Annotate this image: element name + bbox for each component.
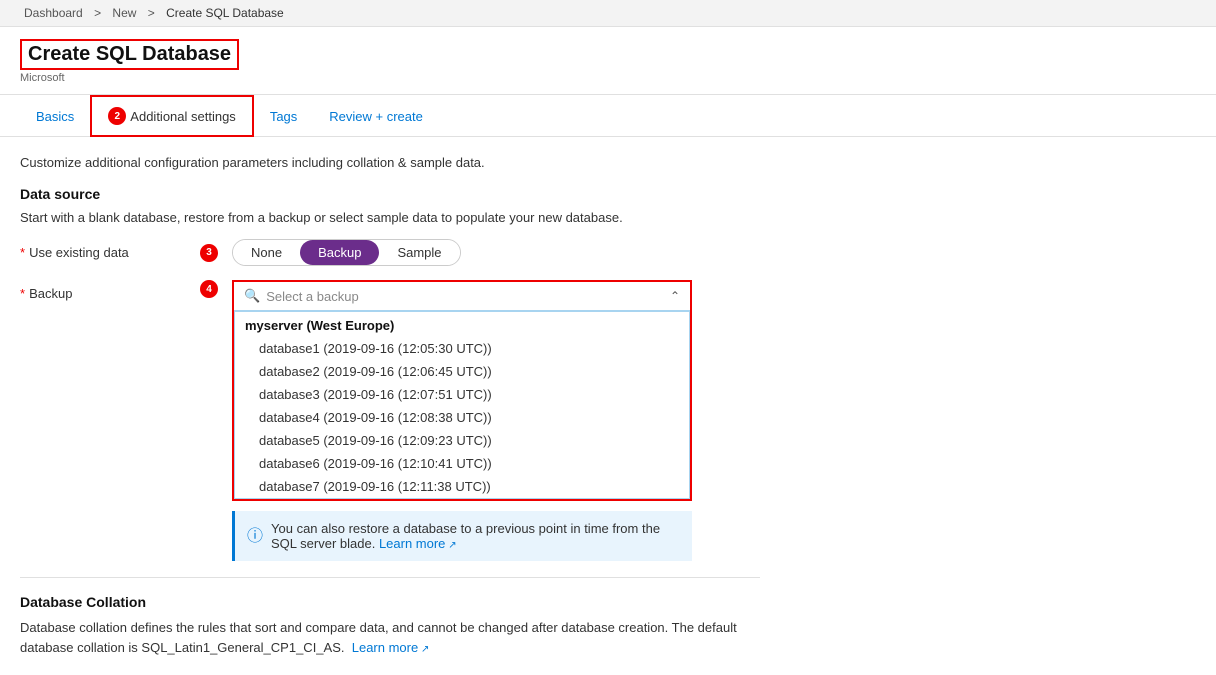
page-subtitle: Microsoft — [20, 72, 1196, 84]
toggle-group: None Backup Sample — [232, 239, 461, 266]
data-source-title: Data source — [20, 186, 760, 202]
dropdown-item-3[interactable]: database3 (2019-09-16 (12:07:51 UTC)) — [235, 383, 689, 406]
search-icon: 🔍 — [244, 288, 260, 304]
use-existing-data-row: * Use existing data 3 None Backup Sample — [20, 239, 760, 266]
tab-tags[interactable]: Tags — [254, 99, 313, 136]
toggle-sample[interactable]: Sample — [379, 240, 459, 265]
backup-control: 4 🔍 Select a backup ⌃ myserver (West Eur… — [200, 280, 760, 561]
dropdown-item-6[interactable]: database6 (2019-09-16 (12:10:41 UTC)) — [235, 452, 689, 475]
main-content: Customize additional configuration param… — [0, 137, 780, 675]
toggle-none[interactable]: None — [233, 240, 300, 265]
breadcrumb-sep1: > — [94, 6, 104, 20]
breadcrumb-current: Create SQL Database — [166, 6, 284, 20]
collation-title: Database Collation — [20, 594, 760, 610]
breadcrumb: Dashboard > New > Create SQL Database — [0, 0, 1216, 27]
chevron-up-icon: ⌃ — [670, 289, 680, 303]
learn-more-backup-link[interactable]: Learn more — [379, 536, 457, 551]
dropdown-item-2[interactable]: database2 (2019-09-16 (12:06:45 UTC)) — [235, 360, 689, 383]
backup-label-text: Backup — [29, 286, 72, 301]
page-header: Create SQL Database Microsoft — [0, 27, 1216, 95]
dropdown-item-7[interactable]: database7 (2019-09-16 (12:11:38 UTC)) — [235, 475, 689, 498]
info-icon: ⓘ — [247, 522, 263, 546]
required-star-backup: * — [20, 286, 25, 301]
tab-number-badge: 2 — [108, 107, 126, 125]
learn-more-collation-link[interactable]: Learn more — [352, 640, 430, 655]
use-existing-data-control: 3 None Backup Sample — [200, 239, 760, 266]
page-title: Create SQL Database — [28, 43, 231, 66]
dropdown-item-5[interactable]: database5 (2019-09-16 (12:09:23 UTC)) — [235, 429, 689, 452]
dropdown-group-header: myserver (West Europe) — [235, 312, 689, 337]
badge-4: 4 — [200, 280, 218, 298]
info-box: ⓘ You can also restore a database to a p… — [232, 511, 692, 561]
use-existing-label-text: Use existing data — [29, 245, 129, 260]
collation-description: Database collation defines the rules tha… — [20, 618, 760, 657]
backup-row: * Backup 4 🔍 Select a backup ⌃ myserver … — [20, 280, 760, 561]
info-text: You can also restore a database to a pre… — [271, 521, 680, 551]
title-box: Create SQL Database — [20, 39, 239, 70]
breadcrumb-new[interactable]: New — [112, 6, 136, 20]
use-existing-data-label: * Use existing data — [20, 239, 180, 260]
section-description: Customize additional configuration param… — [20, 155, 760, 170]
tab-additional-settings-label: Additional settings — [130, 109, 236, 124]
backup-dropdown[interactable]: 🔍 Select a backup ⌃ myserver (West Europ… — [232, 280, 692, 501]
dropdown-placeholder: Select a backup — [266, 289, 670, 304]
backup-label: * Backup — [20, 280, 180, 301]
tab-basics[interactable]: Basics — [20, 99, 90, 136]
dropdown-item-4[interactable]: database4 (2019-09-16 (12:08:38 UTC)) — [235, 406, 689, 429]
toggle-backup[interactable]: Backup — [300, 240, 379, 265]
dropdown-item-1[interactable]: database1 (2019-09-16 (12:05:30 UTC)) — [235, 337, 689, 360]
tab-review-create[interactable]: Review + create — [313, 99, 439, 136]
breadcrumb-sep2: > — [148, 6, 158, 20]
tab-additional-settings[interactable]: 2 Additional settings — [90, 95, 254, 137]
required-star: * — [20, 245, 25, 260]
data-source-description: Start with a blank database, restore fro… — [20, 210, 760, 225]
badge-3: 3 — [200, 244, 218, 262]
divider — [20, 577, 760, 578]
dropdown-list: myserver (West Europe) database1 (2019-0… — [234, 311, 690, 499]
dropdown-header[interactable]: 🔍 Select a backup ⌃ — [234, 282, 690, 311]
tabs-section: Basics 2 Additional settings Tags Review… — [0, 95, 1216, 137]
breadcrumb-dashboard[interactable]: Dashboard — [24, 6, 83, 20]
